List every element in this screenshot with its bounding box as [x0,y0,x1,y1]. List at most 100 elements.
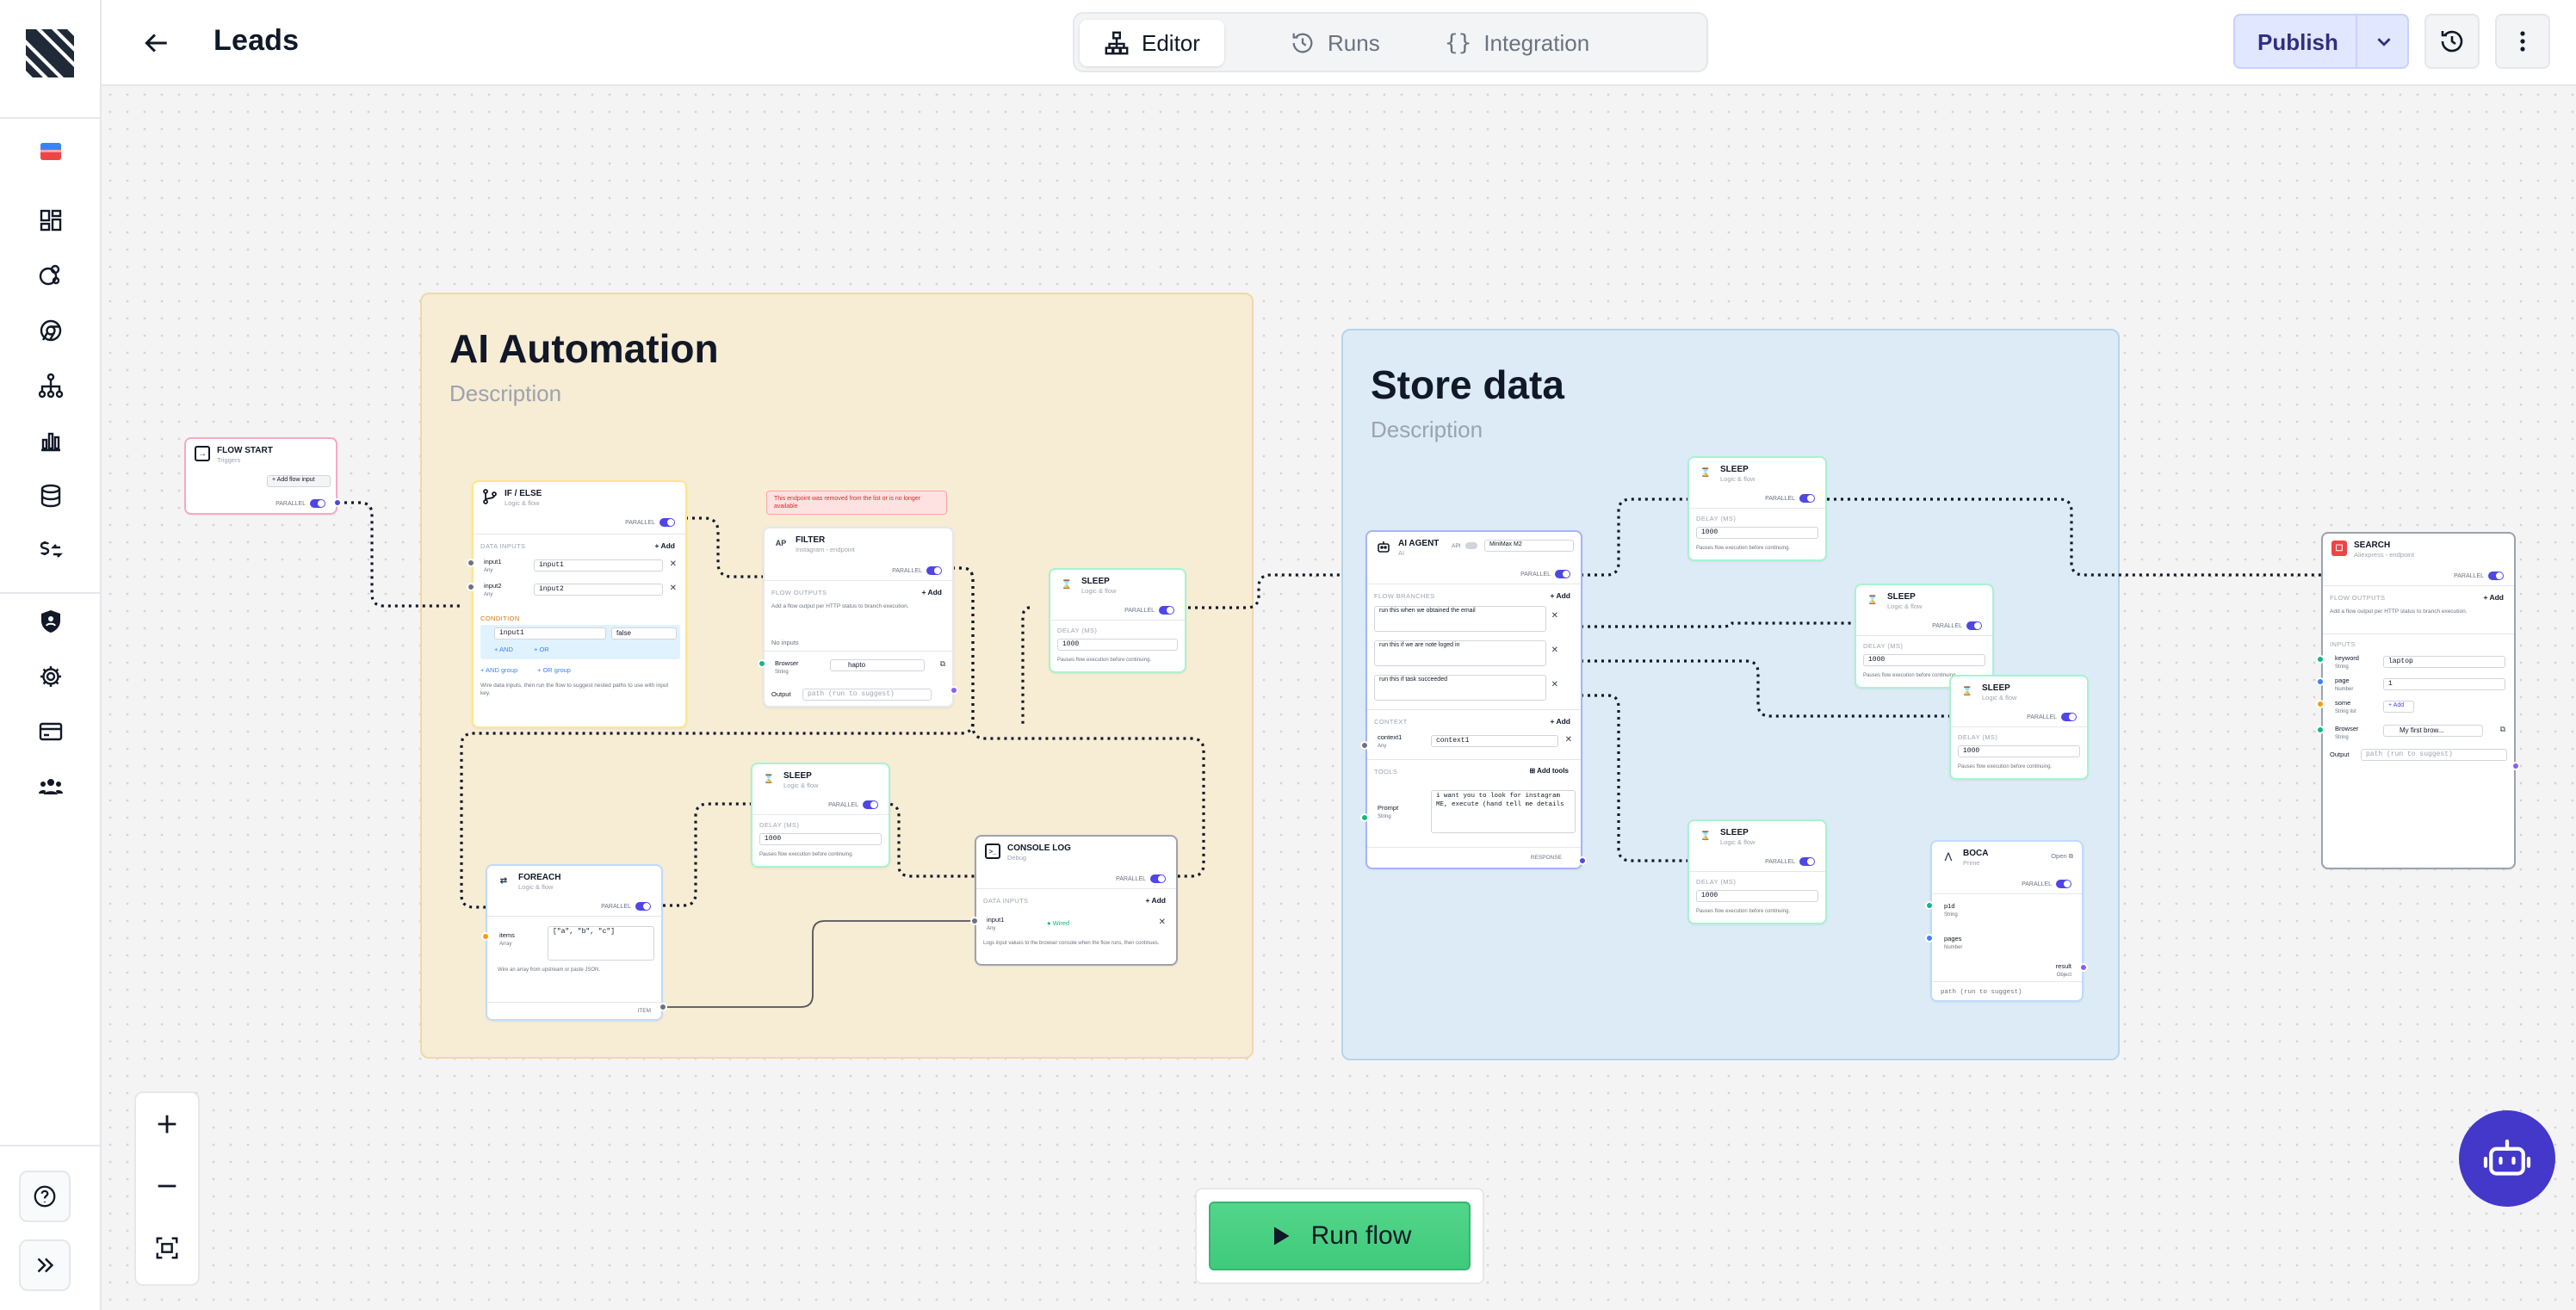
tab-runs[interactable]: Runs [1266,20,1404,66]
sidebar-item-settings[interactable] [32,658,70,695]
input-handle[interactable] [758,659,766,668]
input-handle[interactable] [2316,726,2325,734]
parallel-toggle[interactable]: PARALLEL [892,566,942,575]
sidebar-item-payments[interactable] [32,713,70,751]
condition-operand[interactable]: input1 [494,627,606,640]
delay-field[interactable]: 1000 [1057,639,1178,651]
delay-field[interactable]: 1000 [1958,745,2080,757]
branch-field[interactable]: run this if task succeeded [1374,675,1546,701]
browser-select[interactable]: hapto [830,659,925,671]
add-or-button[interactable]: + OR [534,646,549,654]
toggle-switch[interactable] [1966,621,1982,630]
parallel-toggle[interactable]: PARALLEL [2022,880,2071,888]
node-boca[interactable]: ⋀ BOCA Prime Open ⧉ PARALLEL p1d String p… [1930,840,2084,1002]
output-handle[interactable] [950,686,958,695]
toggle-switch[interactable] [659,518,675,527]
open-external-icon[interactable]: ⧉ [2500,725,2505,734]
more-options-button[interactable] [2495,14,2550,69]
parallel-toggle[interactable]: PARALLEL [2027,713,2077,721]
prompt-field[interactable]: i want you to look for instagram ME, exe… [1431,790,1576,833]
fit-view-button[interactable] [143,1224,191,1272]
chevron-down-icon[interactable] [2371,29,2397,55]
output-handle[interactable] [333,498,342,507]
input-handle[interactable] [2316,677,2325,686]
input2-field[interactable]: input2 [534,584,663,596]
remove-branch-icon[interactable]: ✕ [1551,611,1558,621]
remove-input-icon[interactable]: ✕ [670,584,677,593]
add-and-button[interactable]: + AND [494,646,513,654]
parallel-toggle[interactable]: PARALLEL [1124,606,1174,615]
node-foreach[interactable]: ⇄ FOREACH Logic & flow PARALLEL items Arr… [486,864,663,1021]
output-path-field[interactable]: path (run to suggest) [802,689,932,701]
parallel-toggle[interactable]: PARALLEL [625,518,675,527]
condition-operator[interactable]: false [611,627,677,640]
expand-sidebar-button[interactable] [19,1239,71,1291]
output-handle[interactable] [2511,762,2520,770]
items-field[interactable]: ["a", "b", "c"] [548,926,654,961]
toggle-switch[interactable] [1799,494,1815,503]
tab-integration[interactable]: {} Integration [1421,20,1613,66]
output-path[interactable]: path (run to suggest) [1941,988,2022,997]
tab-editor[interactable]: Editor [1080,20,1224,66]
input-handle[interactable] [1360,813,1369,822]
node-sleep[interactable]: ⌛ SLEEP Logic & flow PARALLEL DELAY (MS) … [1687,456,1827,561]
delay-field[interactable]: 1000 [759,833,882,845]
page-field[interactable]: 1 [2383,678,2505,690]
remove-input-icon[interactable]: ✕ [670,559,677,569]
sidebar-item-analytics[interactable] [32,422,70,460]
run-flow-button[interactable]: Run flow [1209,1202,1471,1270]
parallel-toggle[interactable]: PARALLEL [601,902,651,911]
add-tools-button[interactable]: ⊞ Add tools [1529,767,1569,775]
output-handle[interactable] [1578,856,1587,865]
toggle-switch[interactable] [1799,857,1815,866]
node-sleep[interactable]: ⌛ SLEEP Logic & flow PARALLEL DELAY (MS) … [751,763,890,868]
node-sleep[interactable]: ⌛ SLEEP Logic & flow PARALLEL DELAY (MS) … [1049,568,1186,673]
input-handle[interactable] [1925,934,1934,942]
input-handle[interactable] [970,917,979,925]
delay-field[interactable]: 1000 [1696,527,1818,539]
add-input-button[interactable]: + Add [1145,896,1166,905]
assistant-bot-button[interactable] [2459,1110,2555,1207]
add-input-button[interactable]: + Add [654,541,675,550]
brand-logo-icon[interactable] [22,26,77,81]
parallel-toggle[interactable]: PARALLEL [1932,621,1982,630]
sidebar-item-store[interactable] [32,133,70,170]
output-path-field[interactable]: path (run to suggest) [2361,749,2507,761]
open-external-icon[interactable]: ⧉ [940,659,945,669]
zoom-in-button[interactable] [143,1100,191,1148]
output-handle[interactable] [2079,963,2088,972]
toggle-switch[interactable] [2061,713,2077,721]
parallel-toggle[interactable]: PARALLEL [1520,570,1570,578]
toggle-switch[interactable] [2056,880,2071,888]
model-select[interactable]: MiniMax M2 [1484,540,1574,552]
zoom-out-button[interactable] [143,1162,191,1210]
remove-context-icon[interactable]: ✕ [1565,735,1572,745]
flow-canvas[interactable]: AI Automation Description Store data Des… [102,86,2576,1310]
parallel-toggle[interactable]: PARALLEL [1765,494,1815,503]
sidebar-item-dashboard[interactable] [32,201,70,239]
add-context-button[interactable]: + Add [1550,717,1570,726]
toggle-switch[interactable] [2488,572,2504,580]
input-handle[interactable] [1360,741,1369,750]
node-search[interactable]: ☐ SEARCH Aliexpress - endpoint PARALLEL F… [2321,532,2516,869]
browser-select[interactable]: My first brow... [2383,725,2483,737]
node-console-log[interactable]: >_ CONSOLE LOG Debug PARALLEL DATA INPUTS… [975,835,1178,966]
toggle-switch[interactable] [1159,606,1174,615]
add-or-group-button[interactable]: + OR group [537,666,571,675]
input-handle[interactable] [467,559,475,567]
help-button[interactable] [19,1171,71,1222]
parallel-toggle[interactable]: PARALLEL [828,800,878,809]
sidebar-item-agents[interactable] [32,256,70,294]
node-sleep[interactable]: ⌛ SLEEP Logic & flow PARALLEL DELAY (MS) … [1855,584,1994,689]
node-sleep[interactable]: ⌛ SLEEP Logic & flow PARALLEL DELAY (MS) … [1949,675,2089,780]
remove-input-icon[interactable]: ✕ [1159,918,1166,927]
toggle-switch[interactable] [1555,570,1570,578]
node-ai-agent[interactable]: AI AGENT AI API MiniMax M2 PARALLEL FLOW … [1365,530,1582,869]
toggle-switch[interactable] [926,566,942,575]
input-handle[interactable] [2316,655,2325,664]
version-history-button[interactable] [2424,14,2480,69]
input1-field[interactable]: input1 [534,559,663,572]
publish-button[interactable]: Publish [2233,14,2409,69]
sidebar-item-flows[interactable] [32,367,70,405]
sidebar-item-billing[interactable] [32,532,70,570]
